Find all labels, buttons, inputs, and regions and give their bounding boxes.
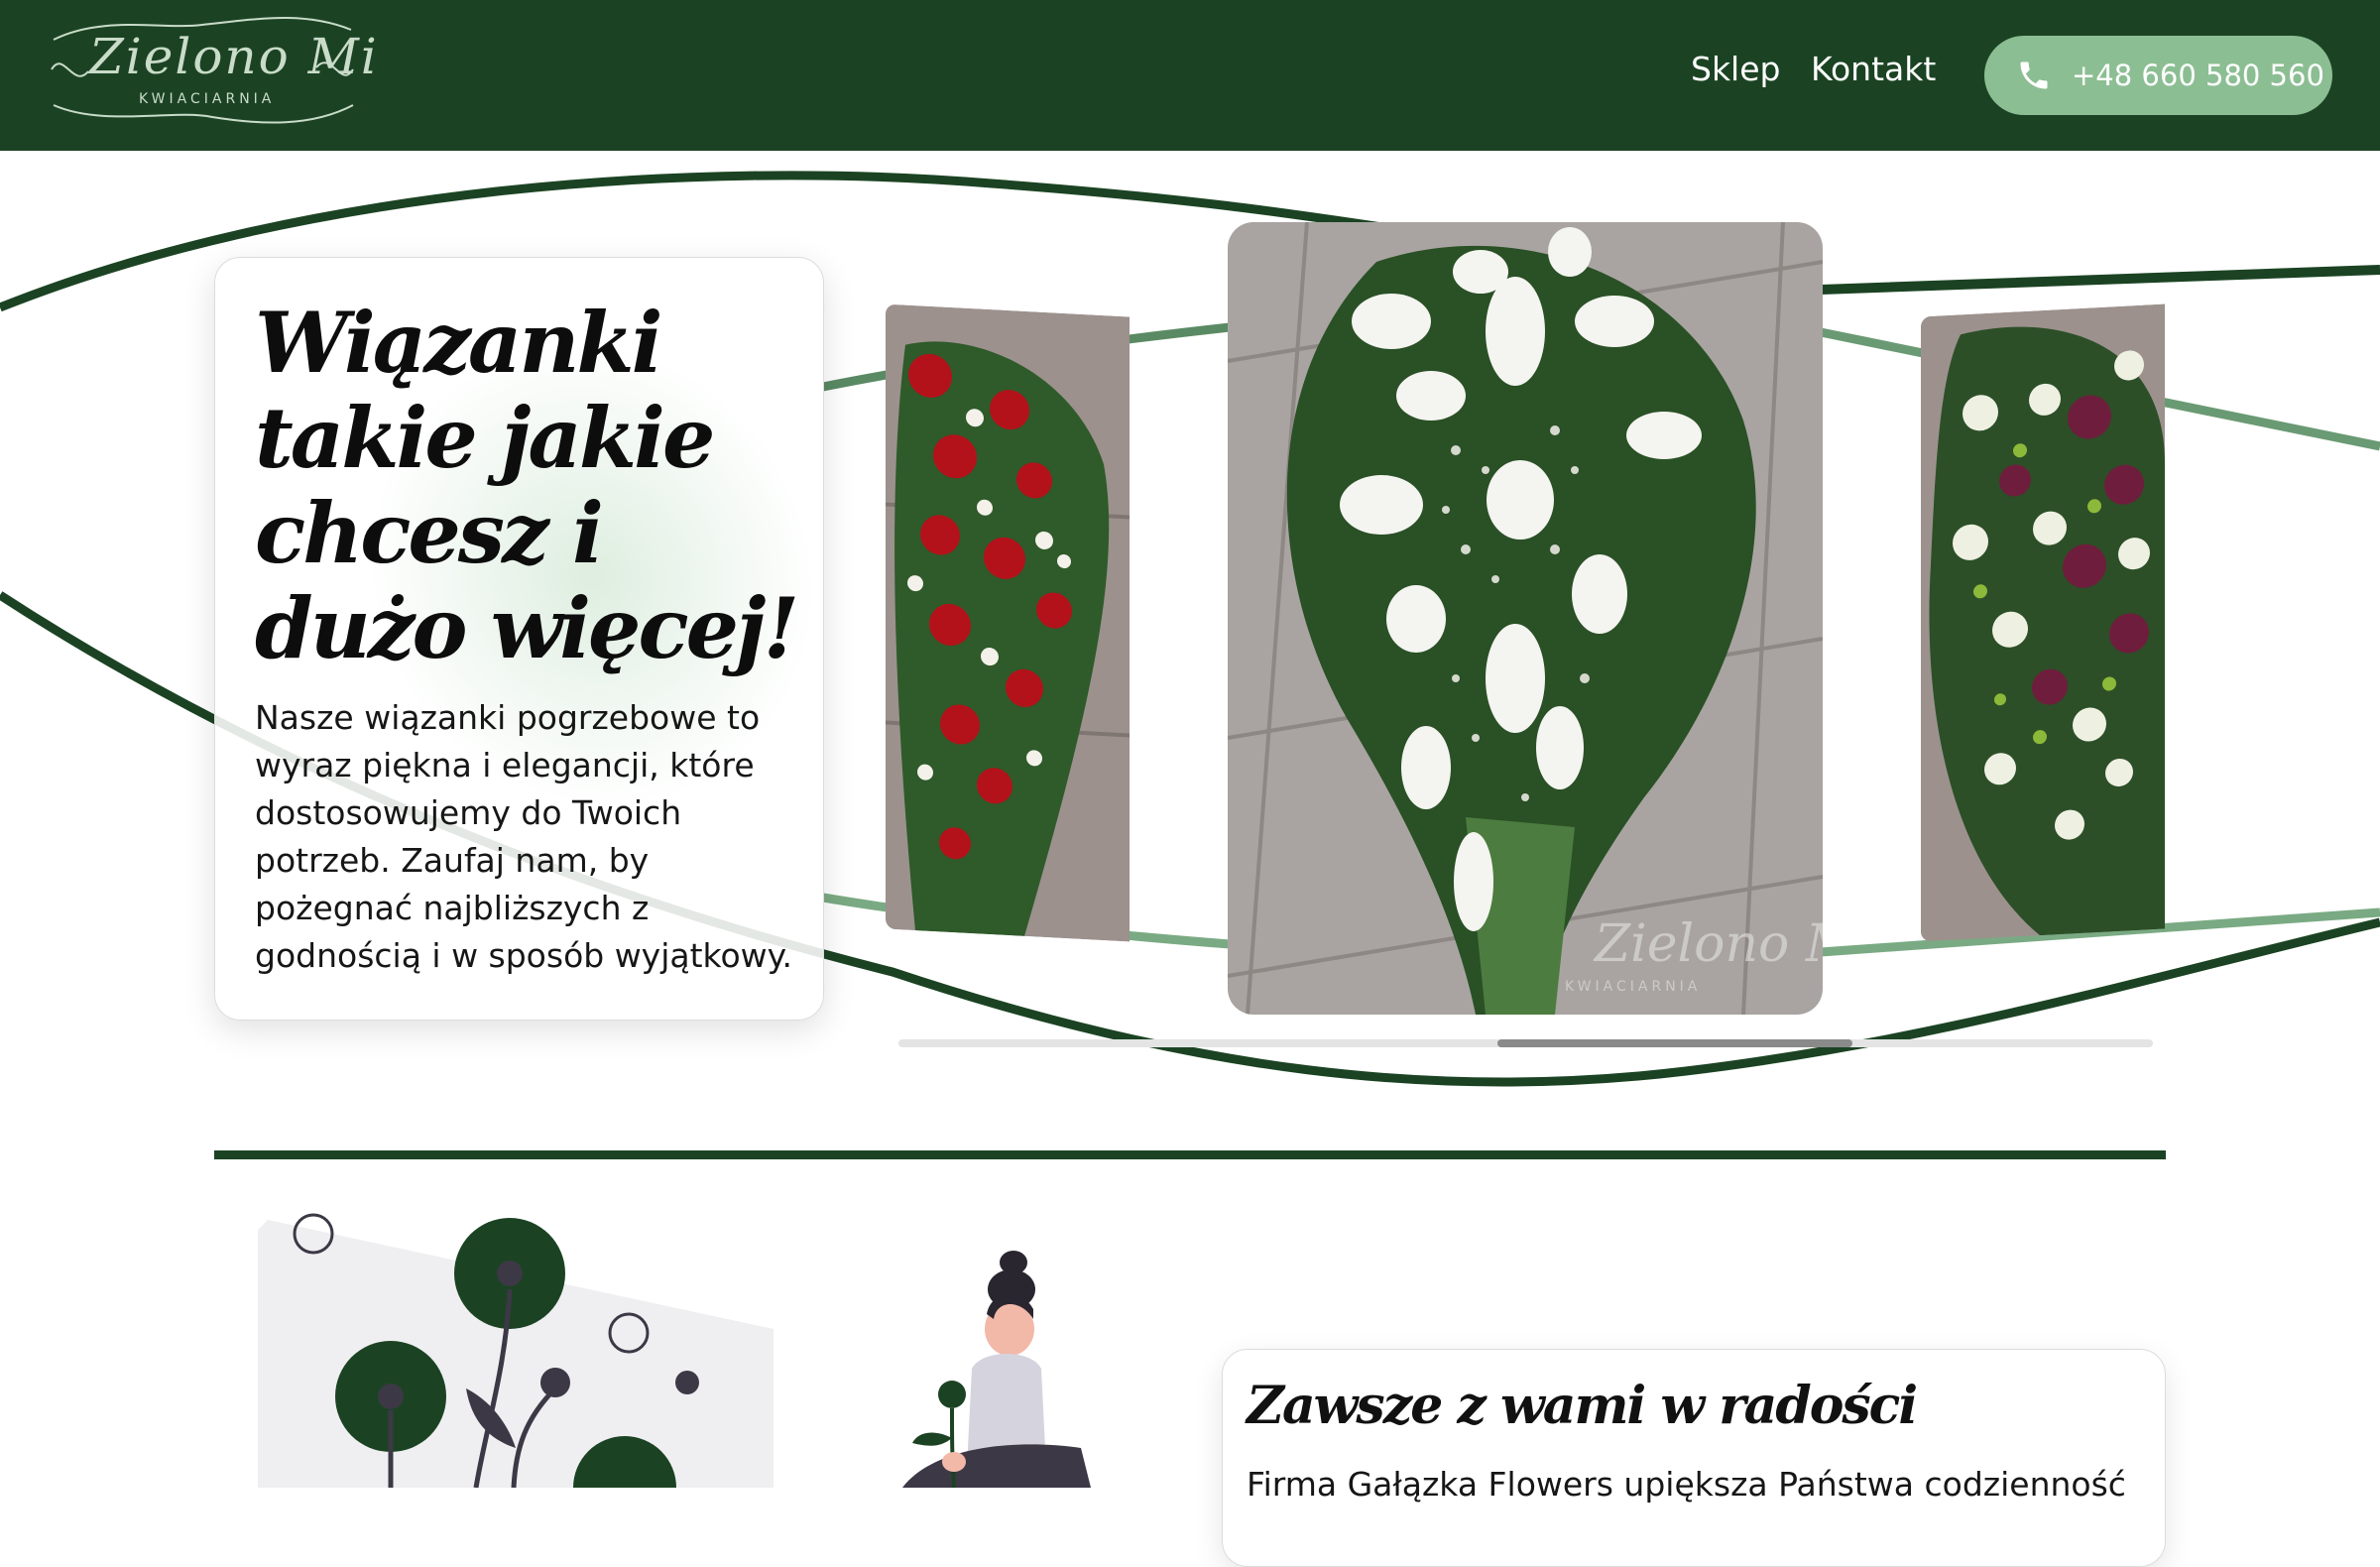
watermark-text: Zielono Mi [1593, 914, 1823, 974]
woman-with-plants-illustration [258, 1213, 1091, 1488]
red-roses-image [886, 303, 1130, 942]
about-text: Firma Gałązka Flowers upiększa Państwa c… [1247, 1465, 2126, 1504]
carousel-slide-active[interactable]: Zielono Mi KWIACIARNIA [1228, 222, 1823, 1015]
carousel-scrollbar-thumb[interactable] [1497, 1039, 1852, 1047]
orchid-wreath-image [1921, 303, 2165, 942]
calla-lily-image: Zielono Mi KWIACIARNIA [1228, 222, 1823, 1015]
watermark-subtitle: KWIACIARNIA [1565, 979, 1701, 995]
hero-card: Wiązanki takie jakie chcesz i dużo więce… [214, 257, 824, 1021]
carousel-slide-orchids[interactable] [1921, 303, 2165, 942]
about-title: Zawsze z wami w radości [1247, 1376, 1918, 1436]
carousel-slide-red-roses[interactable] [886, 303, 1130, 942]
hero-description: Nasze wiązanki pogrzebowe to wyraz piękn… [255, 698, 792, 975]
about-card: Zawsze z wami w radości Firma Gałązka Fl… [1222, 1349, 2166, 1567]
hero-title: Wiązanki takie jakie chcesz i dużo więce… [255, 294, 799, 677]
